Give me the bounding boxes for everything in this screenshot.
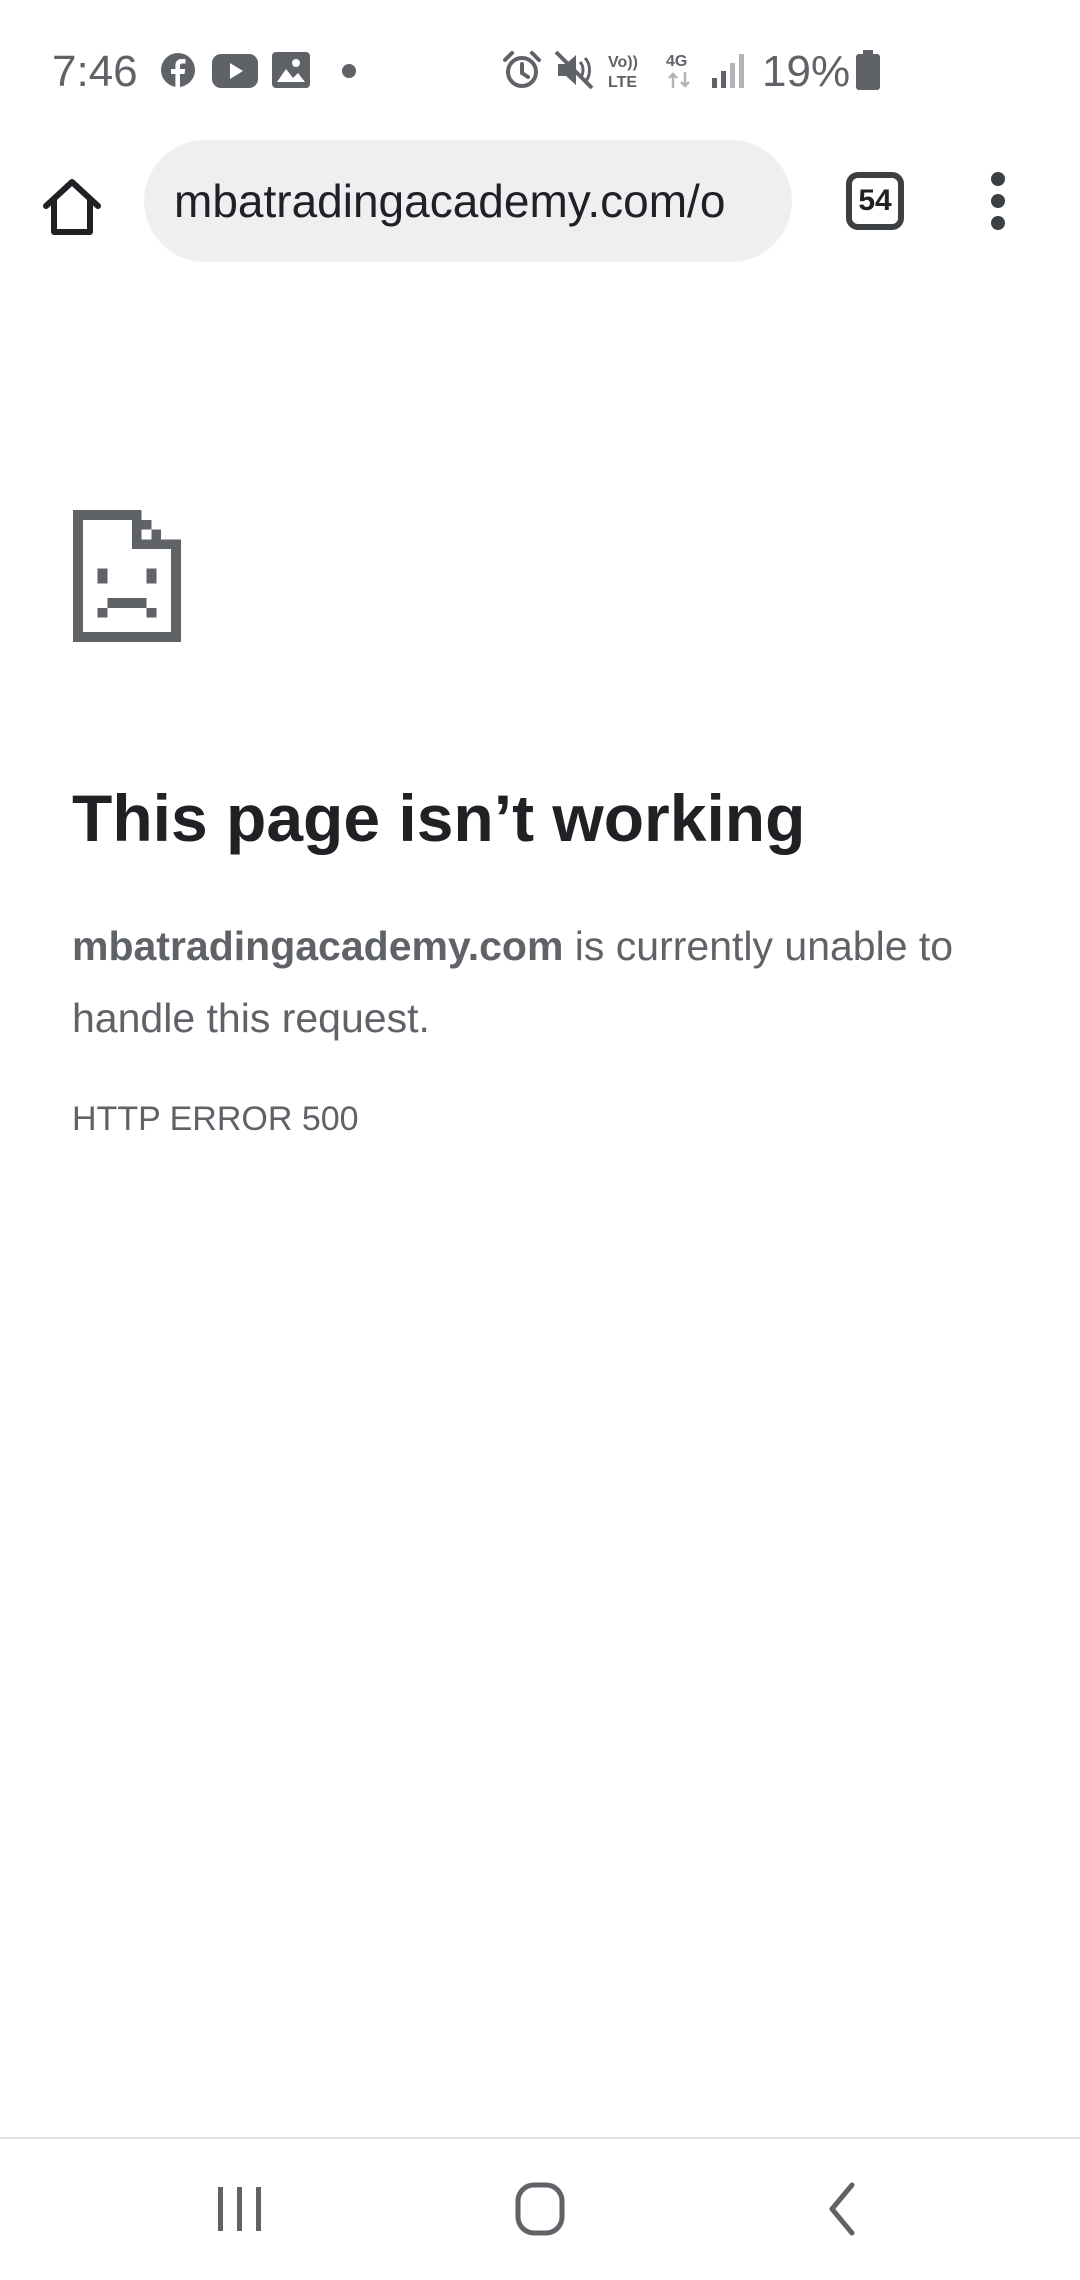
mute-icon — [554, 50, 594, 90]
menu-dot — [991, 216, 1005, 230]
url-text[interactable]: mbatradingacademy.com/o — [174, 170, 770, 232]
tab-count: 54 — [858, 184, 892, 217]
svg-text:LTE: LTE — [608, 74, 637, 90]
tab-switcher-button[interactable]: 54 — [846, 172, 904, 230]
menu-dot — [991, 172, 1005, 186]
system-nav-bar — [0, 2139, 1080, 2280]
sad-page-icon — [73, 510, 181, 642]
gallery-icon — [272, 52, 310, 88]
address-bar[interactable]: mbatradingacademy.com/o — [144, 140, 792, 262]
svg-text:Vo)): Vo)) — [608, 54, 638, 71]
signal-icon — [712, 54, 744, 88]
battery-percent: 19% — [762, 47, 851, 96]
error-code: HTTP ERROR 500 — [72, 1100, 359, 1138]
facebook-icon — [161, 53, 195, 88]
home-icon[interactable] — [36, 170, 108, 242]
home-circle-icon[interactable] — [490, 2169, 590, 2249]
menu-dot — [991, 194, 1005, 208]
volte-icon: Vo)) LTE — [608, 54, 638, 90]
status-time: 7:46 — [52, 47, 138, 96]
error-host: mbatradingacademy.com — [72, 923, 564, 969]
alarm-icon — [503, 51, 541, 88]
error-message: mbatradingacademy.com is currently unabl… — [72, 910, 1008, 1054]
browser-toolbar: mbatradingacademy.com/o 54 — [0, 140, 1080, 262]
status-bar: 7:46 Vo)) LTE 4G 19% — [0, 0, 1080, 140]
battery-icon — [856, 50, 880, 90]
recents-icon[interactable] — [190, 2169, 290, 2249]
4g-icon: 4G — [666, 53, 690, 88]
more-vert-icon[interactable] — [978, 170, 1018, 232]
more-notifications-dot — [342, 64, 356, 78]
youtube-icon — [212, 54, 258, 88]
browser-screen: 7:46 Vo)) LTE 4G 19% mbatradingacademy.c… — [0, 0, 1080, 2280]
back-icon[interactable] — [794, 2169, 894, 2249]
error-title: This page isn’t working — [72, 781, 806, 855]
svg-text:4G: 4G — [666, 53, 687, 70]
